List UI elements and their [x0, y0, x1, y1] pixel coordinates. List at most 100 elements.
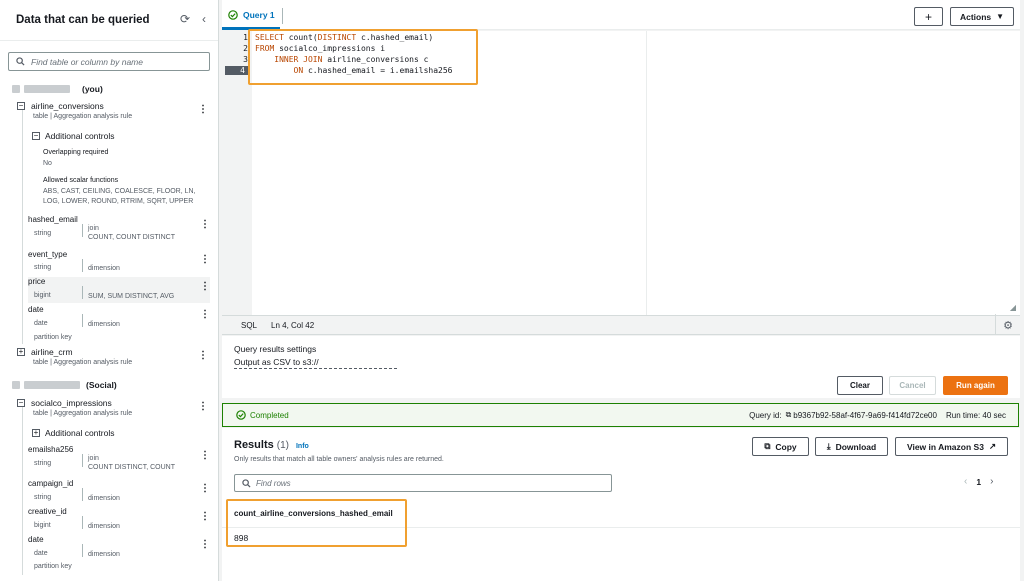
line-number: 3 — [243, 55, 248, 64]
find-rows-input[interactable]: Find rows — [234, 474, 612, 492]
status-language: SQL — [241, 321, 258, 330]
more-options-icon[interactable]: ⋮ — [198, 350, 208, 361]
print-margin — [646, 31, 647, 315]
column-type: date — [34, 320, 48, 327]
cancel-button[interactable]: Cancel — [889, 376, 936, 395]
column-hashed-email[interactable]: hashed_email string join COUNT, COUNT DIS… — [28, 215, 210, 241]
additional-controls-toggle[interactable]: + Additional controls — [32, 428, 114, 438]
copy-button[interactable]: ⧉ Copy — [752, 437, 809, 456]
data-sidebar: Data that can be queried ⟳ ‹ Find table … — [0, 0, 219, 581]
search-icon — [242, 478, 251, 488]
info-link[interactable]: Info — [296, 443, 309, 450]
column-type: string — [34, 494, 52, 501]
column-price[interactable]: price bigint SUM, SUM DISTINCT, AVG ⋮ — [28, 277, 210, 303]
query-id: b9367b92-58af-4f67-9a69-f414fd72ce00 — [793, 410, 937, 420]
resize-handle-icon[interactable]: ◢ — [1010, 303, 1016, 312]
column-date[interactable]: date date dimension partition key ⋮ — [28, 535, 210, 570]
tree-guide — [22, 108, 23, 344]
results-note: Only results that match all table owners… — [234, 456, 444, 463]
query-editor-panel: Query 1 + Actions ▼ 1 2 3 4 SELECT count… — [222, 0, 1020, 581]
table-name: socialco_impressions — [31, 398, 112, 408]
tab-query-1[interactable]: Query 1 — [228, 10, 275, 20]
query-results-settings: Query results settings Output as CSV to … — [222, 336, 1020, 398]
line-number: 2 — [243, 44, 248, 53]
column-name: campaign_id — [28, 479, 74, 488]
check-circle-icon — [236, 410, 246, 420]
owner-group-social: (Social) — [12, 380, 117, 390]
column-event-type[interactable]: event_type string dimension ⋮ — [28, 250, 210, 276]
divider — [995, 314, 996, 334]
column-divider — [82, 286, 83, 299]
column-extra: partition key — [34, 334, 72, 341]
column-emailsha256[interactable]: emailsha256 string join COUNT DISTINCT, C… — [28, 445, 210, 471]
owner-suffix: (you) — [82, 84, 103, 94]
column-campaign-id[interactable]: campaign_id string dimension ⋮ — [28, 479, 210, 505]
page-number[interactable]: 1 — [976, 477, 981, 487]
control-scalar-functions: Allowed scalar functions ABS, CAST, CEIL… — [43, 177, 208, 207]
additional-controls-toggle[interactable]: − Additional controls — [32, 131, 114, 141]
line-number: 1 — [243, 33, 248, 42]
column-divider — [82, 314, 83, 327]
refresh-icon[interactable]: ⟳ — [180, 12, 190, 26]
more-options-icon[interactable]: ⋮ — [200, 511, 210, 522]
collapse-toggle-icon[interactable]: − — [32, 132, 40, 140]
expand-toggle-icon[interactable]: + — [17, 348, 25, 356]
query-id-label: Query id: — [749, 410, 782, 420]
more-options-icon[interactable]: ⋮ — [198, 104, 208, 115]
column-name: date — [28, 535, 44, 544]
column-date[interactable]: date date dimension partition key ⋮ — [28, 305, 210, 341]
tab-label: Query 1 — [243, 10, 275, 20]
table-node-airline-crm[interactable]: + airline_crm table | Aggregation analysi… — [17, 347, 210, 366]
column-type: string — [34, 460, 52, 467]
run-again-button[interactable]: Run again — [943, 376, 1008, 395]
owner-suffix: (Social) — [86, 380, 117, 390]
gear-icon[interactable]: ⚙ — [1003, 319, 1013, 332]
tree-guide — [22, 405, 23, 575]
view-in-s3-button[interactable]: View in Amazon S3 ↗ — [895, 437, 1008, 456]
column-divider — [82, 259, 83, 272]
redacted-name — [24, 381, 80, 389]
output-s3-link[interactable]: Output as CSV to s3:// — [234, 357, 397, 369]
column-rule-text: COUNT DISTINCT, COUNT — [88, 464, 175, 471]
copy-icon[interactable]: ⧉ — [786, 410, 792, 420]
line-number-current: 4 — [225, 66, 248, 75]
results-header: Results (1) Info — [234, 439, 309, 451]
more-options-icon[interactable]: ⋮ — [200, 309, 210, 320]
column-type: string — [34, 230, 52, 237]
table-node-socialco-impressions[interactable]: − socialco_impressions table | Aggregatio… — [17, 398, 210, 417]
more-options-icon[interactable]: ⋮ — [200, 483, 210, 494]
more-options-icon[interactable]: ⋮ — [200, 254, 210, 265]
search-icon — [16, 57, 25, 66]
add-query-button[interactable]: + — [914, 7, 943, 26]
expand-toggle-icon[interactable]: + — [32, 429, 40, 437]
column-creative-id[interactable]: creative_id bigint dimension ⋮ — [28, 507, 210, 533]
more-options-icon[interactable]: ⋮ — [200, 219, 210, 230]
column-role: dimension — [88, 551, 120, 558]
column-type: string — [34, 264, 52, 271]
more-options-icon[interactable]: ⋮ — [198, 401, 208, 412]
more-options-icon[interactable]: ⋮ — [200, 539, 210, 550]
table-name: airline_crm — [31, 347, 73, 357]
collapse-icon[interactable]: ‹ — [202, 12, 206, 26]
sidebar-title: Data that can be queried — [16, 14, 150, 26]
next-page-icon[interactable]: › — [990, 476, 993, 487]
clear-button[interactable]: Clear — [837, 376, 883, 395]
table-search-input[interactable]: Find table or column by name — [8, 52, 210, 71]
collapse-toggle-icon[interactable]: − — [17, 399, 25, 407]
download-label: Download — [835, 441, 877, 452]
column-name: date — [28, 305, 44, 314]
actions-dropdown-button[interactable]: Actions ▼ — [950, 7, 1014, 26]
editor-status-bar: SQL Ln 4, Col 42 ⚙ — [222, 314, 1020, 335]
column-divider — [82, 544, 83, 557]
more-options-icon[interactable]: ⋮ — [200, 450, 210, 461]
collapse-toggle-icon[interactable]: − — [17, 102, 25, 110]
highlight-box — [248, 29, 478, 85]
download-icon: ⤓ — [826, 441, 831, 451]
prev-page-icon[interactable]: ‹ — [964, 476, 967, 487]
more-options-icon[interactable]: ⋮ — [200, 281, 210, 292]
download-button[interactable]: ⤓ Download — [815, 437, 888, 456]
settings-title: Query results settings — [234, 344, 317, 354]
run-time: Run time: 40 sec — [945, 410, 1006, 420]
table-node-airline-conversions[interactable]: − airline_conversions table | Aggregation… — [17, 101, 210, 120]
results-panel: Results (1) Info Only results that match… — [222, 428, 1020, 581]
